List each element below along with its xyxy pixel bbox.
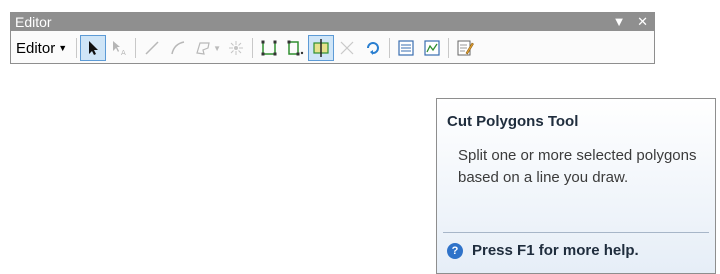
tooltip-help-text: Press F1 for more help.: [472, 242, 639, 259]
edit-tool-button[interactable]: [80, 35, 107, 61]
chevron-down-icon: ▼: [58, 43, 68, 53]
arc-tool-button[interactable]: [165, 35, 191, 61]
tool-tooltip: Cut Polygons Tool Split one or more sele…: [436, 98, 716, 274]
trace-icon: [196, 42, 210, 55]
point-tool-button[interactable]: [223, 35, 249, 61]
edit-vertices-tool-button[interactable]: [256, 35, 282, 61]
attributes-tool-button[interactable]: [393, 35, 419, 61]
split-tool-button[interactable]: [334, 35, 360, 61]
toolbar-title: Editor: [15, 14, 52, 30]
sketch-properties-icon: [424, 40, 440, 56]
cut-polygons-tool-button[interactable]: [308, 35, 335, 61]
point-burst-icon: [229, 41, 244, 55]
svg-text:A: A: [121, 49, 126, 57]
rotate-icon: [367, 42, 379, 55]
arrow-pointer-icon: [89, 41, 99, 55]
editor-menu-label: Editor: [16, 39, 56, 57]
reshape-feature-tool-button[interactable]: [282, 35, 308, 61]
reshape-feature-icon: [287, 40, 304, 56]
toolbar-titlebar[interactable]: Editor ▼ ✕: [11, 13, 654, 31]
toolbar-divider: [389, 38, 391, 58]
trace-tool-button[interactable]: [191, 35, 217, 61]
straight-segment-icon: [145, 41, 159, 55]
dropdown-arrow-icon[interactable]: ▼: [613, 14, 626, 29]
toolbar-divider: [252, 38, 254, 58]
editor-menu-button[interactable]: Editor ▼: [11, 40, 73, 57]
cut-polygons-icon: [313, 39, 329, 57]
straight-segment-tool-button[interactable]: [139, 35, 165, 61]
toolbar-divider: [135, 38, 137, 58]
edit-annotation-tool-button[interactable]: A: [106, 35, 132, 61]
annotation-pointer-icon: A: [113, 41, 126, 57]
attributes-table-icon: [398, 40, 414, 56]
tooltip-description: Split one or more selected polygons base…: [458, 147, 697, 186]
toolbar-divider: [76, 38, 78, 58]
tooltip-divider: [443, 232, 709, 233]
close-icon[interactable]: ✕: [637, 14, 648, 29]
rotate-tool-button[interactable]: [360, 35, 386, 61]
toolbar-divider: [448, 38, 450, 58]
split-icon: [340, 41, 354, 55]
editor-toolbar: Editor ▼ ✕ Editor ▼ A ▼: [10, 12, 655, 64]
edit-vertices-icon: [261, 40, 277, 56]
tooltip-help: ? Press F1 for more help.: [447, 242, 639, 259]
create-features-tool-button[interactable]: [452, 35, 478, 61]
create-features-icon: [457, 40, 474, 56]
help-icon: ?: [447, 242, 463, 259]
sketch-properties-tool-button[interactable]: [419, 35, 445, 61]
tooltip-title: Cut Polygons Tool: [447, 113, 579, 130]
arc-segment-icon: [171, 41, 185, 55]
